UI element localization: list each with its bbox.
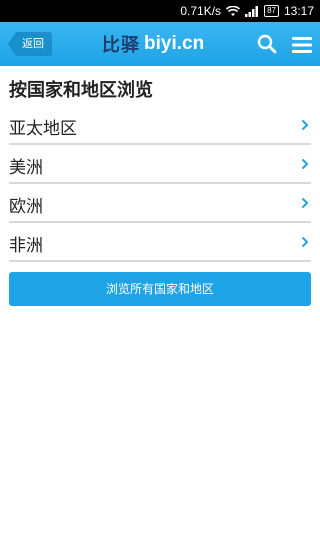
signal-icon: [245, 5, 259, 17]
browse-all-button[interactable]: 浏览所有国家和地区: [9, 272, 311, 306]
chevron-right-icon: [301, 158, 309, 170]
region-label: 非洲: [9, 236, 43, 256]
net-speed: 0.71K/s: [180, 4, 222, 18]
chevron-right-icon: [301, 119, 309, 131]
region-item-africa[interactable]: 非洲: [9, 223, 311, 262]
status-bar: 0.71K/s 87 13:17: [0, 0, 320, 22]
page-title: 按国家和地区浏览: [9, 80, 153, 101]
wifi-icon: [226, 5, 241, 16]
region-list: 亚太地区 美洲 欧洲 非洲: [9, 106, 311, 262]
menu-icon[interactable]: [291, 35, 313, 55]
battery-icon: 87: [264, 5, 279, 17]
chevron-right-icon: [301, 236, 309, 248]
chevron-right-icon: [301, 197, 309, 209]
back-button[interactable]: 返回: [8, 32, 52, 56]
search-icon[interactable]: [256, 33, 278, 55]
region-label: 亚太地区: [9, 119, 77, 139]
logo-cn-text: 比驿: [102, 35, 140, 56]
logo[interactable]: 比驿 biyi.cn: [102, 30, 204, 58]
region-label: 欧洲: [9, 197, 43, 217]
region-label: 美洲: [9, 158, 43, 178]
region-item-americas[interactable]: 美洲: [9, 145, 311, 184]
status-bar-right: 0.71K/s 87 13:17: [180, 0, 314, 22]
region-item-europe[interactable]: 欧洲: [9, 184, 311, 223]
clock: 13:17: [283, 4, 314, 18]
logo-en-text: biyi.cn: [144, 33, 205, 54]
region-item-asia-pacific[interactable]: 亚太地区: [9, 106, 311, 145]
